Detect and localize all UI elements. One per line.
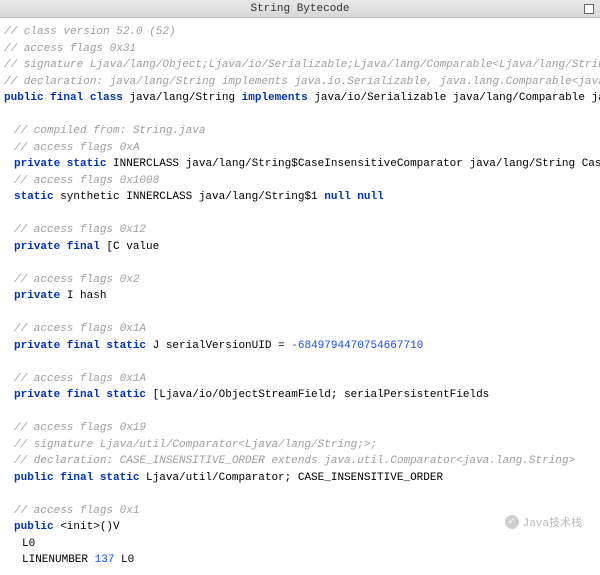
window-titlebar: String Bytecode <box>0 0 600 18</box>
code-comment: // declaration: java/lang/String impleme… <box>4 74 596 91</box>
code-comment: // signature Ljava/util/Comparator<Ljava… <box>4 437 596 454</box>
innerclass-declaration: static synthetic INNERCLASS java/lang/St… <box>4 189 596 206</box>
field-declaration: private final static J serialVersionUID … <box>4 338 596 355</box>
code-comment: // access flags 0x1A <box>4 371 596 388</box>
code-comment: // class version 52.0 (52) <box>4 24 596 41</box>
bytecode-viewer[interactable]: // class version 52.0 (52) // access fla… <box>0 18 600 575</box>
window-title: String Bytecode <box>250 3 349 15</box>
code-comment: // declaration: CASE_INSENSITIVE_ORDER e… <box>4 453 596 470</box>
code-comment: // access flags 0x1A <box>4 321 596 338</box>
maximize-icon[interactable] <box>584 4 594 14</box>
field-declaration: public final static Ljava/util/Comparato… <box>4 470 596 487</box>
code-comment: // access flags 0x1008 <box>4 173 596 190</box>
bytecode-instruction: LINENUMBER 137 L0 <box>4 552 596 569</box>
code-comment: // access flags 0x31 <box>4 41 596 58</box>
class-declaration: public final class java/lang/String impl… <box>4 90 596 107</box>
code-comment: // access flags 0x2 <box>4 272 596 289</box>
code-comment: // access flags 0x19 <box>4 420 596 437</box>
code-comment: // access flags 0xA <box>4 140 596 157</box>
code-comment: // compiled from: String.java <box>4 123 596 140</box>
field-declaration: private final static [Ljava/io/ObjectStr… <box>4 387 596 404</box>
code-comment: // signature Ljava/lang/Object;Ljava/io/… <box>4 57 596 74</box>
watermark-text: Java技术栈 <box>523 514 582 530</box>
innerclass-declaration: private static INNERCLASS java/lang/Stri… <box>4 156 596 173</box>
wechat-icon: ✓ <box>505 515 519 529</box>
field-declaration: private I hash <box>4 288 596 305</box>
field-declaration: private final [C value <box>4 239 596 256</box>
code-comment: // access flags 0x12 <box>4 222 596 239</box>
watermark: ✓ Java技术栈 <box>505 514 582 530</box>
